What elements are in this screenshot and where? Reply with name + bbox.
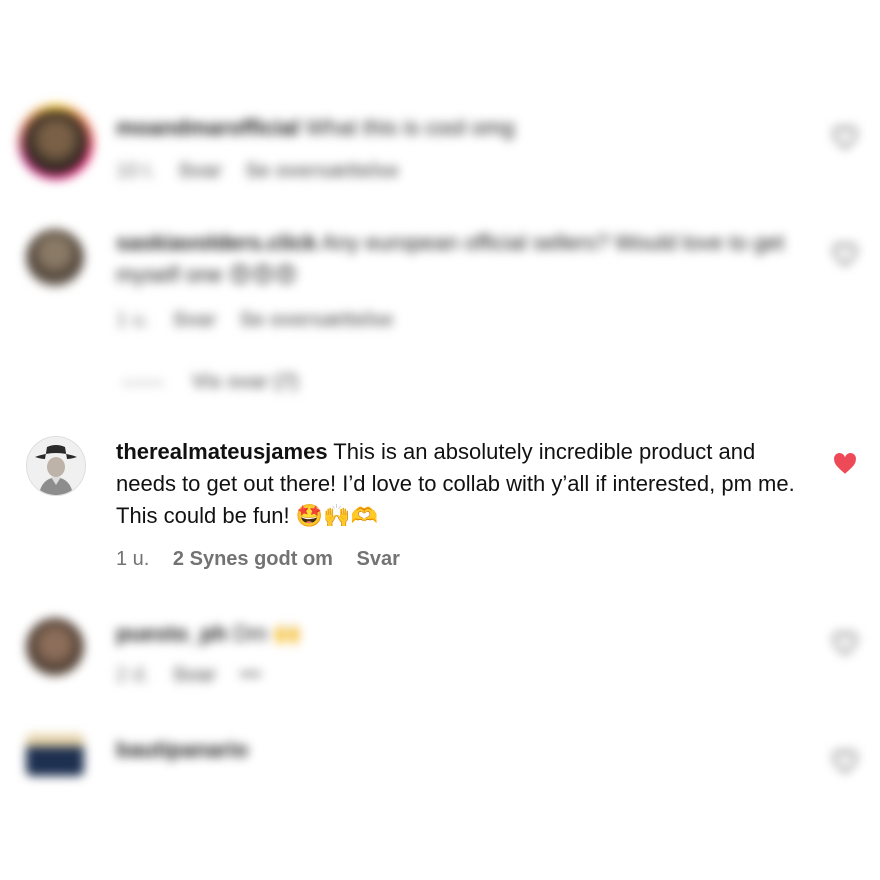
comment-text: saskiavolders.click Any european officia… bbox=[116, 227, 796, 292]
comment-emoji: 🤩🙌🫶 bbox=[295, 504, 378, 529]
translate-button[interactable]: Se oversættelse bbox=[245, 160, 398, 182]
comment-text: moandmarofficial What this is cool omg bbox=[116, 112, 796, 144]
comment-text: bautipanario bbox=[116, 734, 796, 766]
comment-username[interactable]: therealmateusjames bbox=[116, 439, 328, 464]
cowboy-avatar-icon bbox=[27, 437, 85, 495]
likes-count-button[interactable]: 2 Synes godt om bbox=[173, 548, 333, 570]
heart-filled-icon[interactable] bbox=[832, 452, 858, 476]
comment-meta: 2 d. Svar ••• bbox=[116, 664, 279, 687]
comment-time: 10 t. bbox=[116, 160, 155, 182]
avatar[interactable] bbox=[26, 618, 84, 676]
comment-time: 1 u. bbox=[116, 548, 150, 570]
reply-button[interactable]: Svar bbox=[173, 309, 216, 331]
avatar[interactable] bbox=[26, 734, 84, 776]
comment-time: 1 u. bbox=[116, 309, 150, 331]
comment-username[interactable]: bautipanario bbox=[116, 737, 248, 762]
comment-meta: 10 t. Svar Se oversættelse bbox=[116, 160, 417, 183]
comment-meta: 1 u. Svar Se oversættelse bbox=[116, 309, 411, 332]
heart-outline-icon[interactable] bbox=[832, 750, 858, 774]
more-options-button[interactable]: ••• bbox=[240, 664, 261, 686]
comment-emoji: 😍😍😍 bbox=[228, 263, 298, 288]
comment-time: 2 d. bbox=[116, 664, 150, 686]
translate-button[interactable]: Se oversættelse bbox=[240, 309, 393, 331]
avatar[interactable] bbox=[24, 110, 88, 174]
heart-outline-icon[interactable] bbox=[832, 243, 858, 267]
comment-emoji: 🙌 bbox=[273, 622, 302, 647]
reply-button[interactable]: Svar bbox=[357, 548, 400, 570]
avatar[interactable] bbox=[26, 229, 84, 287]
comment-username[interactable]: moandmarofficial bbox=[116, 115, 299, 140]
comment-body: Dm bbox=[233, 621, 268, 646]
avatar[interactable] bbox=[26, 436, 86, 496]
view-replies-button[interactable]: Vis svar (7) bbox=[192, 371, 316, 394]
comment-meta: 1 u. 2 Synes godt om Svar bbox=[116, 548, 418, 571]
comment-text: therealmateusjames This is an absolutely… bbox=[116, 436, 796, 533]
heart-outline-icon[interactable] bbox=[832, 632, 858, 656]
heart-outline-icon[interactable] bbox=[832, 126, 858, 150]
comment-username[interactable]: puesto_ph bbox=[116, 621, 227, 646]
comment-body: What this is cool omg bbox=[305, 115, 515, 140]
reply-button[interactable]: Svar bbox=[178, 160, 221, 182]
reply-button[interactable]: Svar bbox=[173, 664, 216, 686]
reply-divider bbox=[122, 382, 164, 384]
view-replies-label[interactable]: Vis svar (7) bbox=[192, 371, 298, 393]
comment-username[interactable]: saskiavolders.click bbox=[116, 230, 317, 255]
comment-text: puesto_ph Dm 🙌 bbox=[116, 618, 796, 651]
